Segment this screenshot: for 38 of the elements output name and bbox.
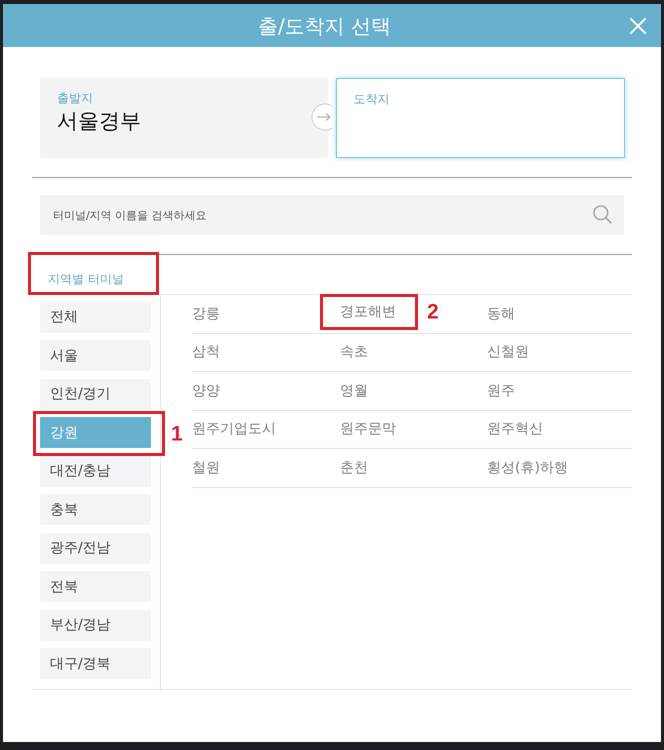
- terminal-item[interactable]: 영월: [340, 382, 368, 400]
- region-item[interactable]: 부산/경남: [40, 610, 151, 640]
- region-item[interactable]: 전체: [40, 302, 151, 332]
- field-label: 출발지: [57, 91, 93, 106]
- region-item[interactable]: 광주/전남: [40, 532, 151, 564]
- region-item[interactable]: 강원: [40, 417, 151, 448]
- annotation-number: 1: [171, 423, 183, 444]
- terminal-item[interactable]: 강릉: [192, 304, 220, 323]
- region-tab[interactable]: 지역별 터미널: [48, 272, 124, 286]
- close-icon[interactable]: [630, 18, 646, 34]
- terminal-item[interactable]: 원주문막: [340, 420, 396, 438]
- terminal-item[interactable]: 삼척: [192, 343, 220, 362]
- terminal-item[interactable]: 양양: [192, 382, 220, 400]
- region-item[interactable]: 대전/충남: [40, 456, 151, 486]
- region-item[interactable]: 전북: [40, 571, 151, 602]
- terminal-item[interactable]: 신철원: [487, 343, 529, 362]
- terminal-item[interactable]: 속초: [340, 343, 368, 362]
- field-label: 도착지: [354, 92, 390, 107]
- terminal-item[interactable]: 원주기업도시: [192, 420, 276, 438]
- arrival-field[interactable]: 도착지: [336, 78, 625, 158]
- terminal-item[interactable]: 원주혁신: [487, 420, 543, 438]
- terminal-item[interactable]: 춘천: [340, 458, 368, 477]
- departure-value: 서울경부: [57, 108, 141, 134]
- annotation-number: 2: [427, 302, 439, 322]
- terminal-item[interactable]: 철원: [192, 458, 220, 477]
- terminal-item[interactable]: 횡성(휴)하행: [487, 458, 568, 477]
- region-item[interactable]: 충북: [40, 494, 151, 525]
- region-item[interactable]: 인천/경기: [40, 378, 151, 410]
- departure-field[interactable]: 출발지 서울경부: [40, 78, 328, 158]
- terminal-item[interactable]: 경포해변: [340, 303, 396, 321]
- region-item[interactable]: 대구/경북: [40, 648, 151, 679]
- search-icon[interactable]: [593, 205, 612, 224]
- terminal-item[interactable]: 원주: [487, 382, 515, 400]
- search-field[interactable]: 터미널/지역 이름을 검색하세요: [40, 195, 624, 235]
- arrow-icon: [311, 103, 332, 131]
- terminal-item[interactable]: 동해: [487, 304, 515, 323]
- dialog-title: 출/도착지 선택: [258, 14, 392, 38]
- region-item[interactable]: 서울: [40, 340, 151, 371]
